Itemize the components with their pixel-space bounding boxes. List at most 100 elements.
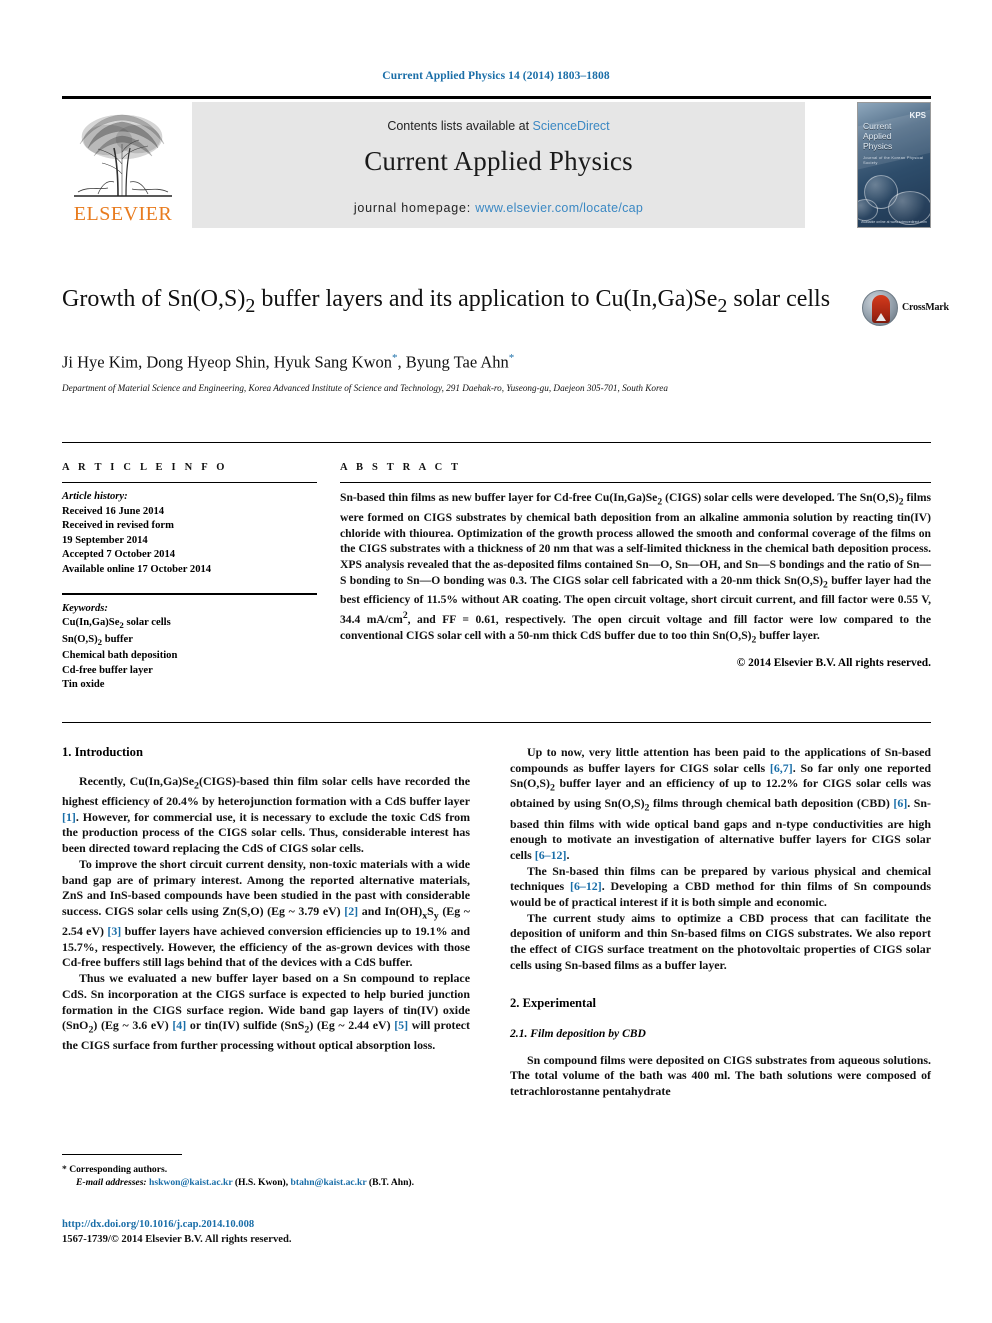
abstract-text: Sn-based thin films as new buffer layer … — [340, 491, 931, 645]
body-paragraph: Sn compound films were deposited on CIGS… — [510, 1052, 931, 1098]
elsevier-tree-icon — [74, 114, 172, 197]
body-paragraph: The current study aims to optimize a CBD… — [510, 910, 931, 972]
cover-kps-badge: KPS — [910, 111, 926, 120]
email-link-2[interactable]: btahn@kaist.ac.kr — [291, 1177, 367, 1188]
cover-subtitle: Journal of the Korean Physical Society — [863, 155, 924, 165]
body-column-left: 1. Introduction Recently, Cu(In,Ga)Se2(C… — [62, 745, 470, 1054]
citation-ref[interactable]: [6,7] — [770, 761, 793, 775]
abstract-copyright: © 2014 Elsevier B.V. All rights reserved… — [736, 657, 931, 670]
article-info-heading: A R T I C L E I N F O — [62, 462, 228, 473]
email-owner-2: (B.T. Ahn). — [368, 1177, 415, 1189]
section-heading-experimental: 2. Experimental — [510, 995, 597, 1010]
history-item: Available online 17 October 2014 — [62, 563, 212, 575]
citation-ref[interactable]: [3] — [107, 924, 121, 938]
homepage-label: journal homepage: — [353, 201, 471, 215]
article-info-column: A R T I C L E I N F O Article history: R… — [62, 462, 317, 693]
p3-part-c: or tin(IV) sulfide (SnS — [186, 1018, 305, 1033]
cover-line-1: Current — [863, 121, 892, 131]
citation-ref[interactable]: [6] — [893, 796, 907, 810]
citation-ref[interactable]: [5] — [394, 1018, 408, 1032]
p2-part-b: and In(OH) — [358, 904, 423, 918]
footnote-block: * Corresponding authors. E-mail addresse… — [62, 1163, 482, 1190]
history-item: Received in revised form — [62, 520, 174, 532]
history-item: 19 September 2014 — [62, 534, 148, 546]
p1-part-c: . However, for commercial use, it is nec… — [62, 809, 470, 856]
title-area: Growth of Sn(O,S)2 buffer layers and its… — [62, 284, 842, 322]
keyword-item: Tin oxide — [62, 679, 105, 691]
r1-part-d: films through chemical bath deposition (… — [649, 796, 894, 811]
body-paragraph: The Sn-based thin films can be prepared … — [510, 864, 931, 911]
body-paragraph: Up to now, very little attention has bee… — [510, 745, 931, 862]
subsection-heading-film-deposition: 2.1. Film deposition by CBD — [510, 1026, 646, 1040]
p3-part-b: ) (Eg ~ 3.6 eV) — [93, 1018, 173, 1033]
email-owner-1: (H.S. Kwon), — [234, 1177, 289, 1189]
crossmark-icon — [862, 290, 898, 326]
author-list: Ji Hye Kim, Dong Hyeop Shin, Hyuk Sang K… — [62, 352, 515, 372]
masthead-top-rule — [62, 96, 931, 99]
citation-ref[interactable]: [1] — [62, 810, 76, 824]
contents-prefix: Contents lists available at — [387, 119, 530, 133]
journal-masthead: ELSEVIER Contents lists available at Sci… — [62, 96, 931, 228]
cover-bubble-3 — [858, 199, 878, 221]
history-item: Accepted 7 October 2014 — [62, 549, 176, 561]
abstract-heading: A B S T R A C T — [340, 462, 462, 473]
cover-line-3: Physics — [863, 141, 893, 151]
crossmark-badge[interactable]: CrossMark — [862, 290, 949, 326]
section-heading-introduction: 1. Introduction — [62, 745, 143, 759]
article-info-rule — [62, 482, 317, 484]
keywords-rule — [62, 593, 317, 595]
crossmark-label: CrossMark — [902, 302, 949, 313]
cover-line-2: Applied — [863, 131, 892, 141]
corresponding-marker-2: * — [508, 352, 515, 364]
body-paragraph: Thus we evaluated a new buffer layer bas… — [62, 971, 470, 1053]
abstract-rule — [340, 482, 931, 484]
cover-title-text: Current Applied Physics — [863, 121, 892, 151]
body-paragraph: To improve the short circuit current den… — [62, 856, 470, 970]
crossmark-notch — [876, 313, 886, 321]
citation-ref[interactable]: [4] — [172, 1018, 186, 1032]
doi-link[interactable]: http://dx.doi.org/10.1016/j.cap.2014.10.… — [62, 1218, 482, 1233]
footnote-rule — [62, 1154, 182, 1155]
cover-badge-text: KPS — [909, 111, 926, 120]
sciencedirect-link[interactable]: ScienceDirect — [533, 119, 610, 133]
journal-homepage-line: journal homepage: www.elsevier.com/locat… — [192, 201, 805, 215]
journal-title: Current Applied Physics — [364, 146, 633, 176]
journal-cover-thumbnail: KPS Current Applied Physics Journal of t… — [857, 102, 931, 228]
keywords-label: Keywords: — [62, 602, 108, 614]
email-link-1[interactable]: hskwon@kaist.ac.kr — [149, 1177, 232, 1188]
email-label: E-mail addresses: — [76, 1177, 147, 1189]
band-rule-bottom — [62, 722, 931, 724]
email-line: E-mail addresses: hskwon@kaist.ac.kr (H.… — [62, 1176, 482, 1189]
journal-article-page: Current Applied Physics 14 (2014) 1803–1… — [0, 0, 992, 1323]
masthead-center-band: Contents lists available at ScienceDirec… — [192, 102, 805, 228]
p3-part-d: ) (Eg ~ 2.44 eV) — [309, 1018, 395, 1033]
citation-ref[interactable]: [6–12] — [535, 848, 567, 862]
page-title: Growth of Sn(O,S)2 buffer layers and its… — [62, 286, 831, 317]
history-item: Received 16 June 2014 — [62, 505, 165, 517]
corresponding-text: Corresponding authors. — [69, 1164, 168, 1175]
asterisk-icon: * — [62, 1164, 67, 1175]
corresponding-authors-note: * Corresponding authors. — [62, 1163, 482, 1176]
abstract-column: A B S T R A C T Sn-based thin films as n… — [340, 462, 931, 669]
contents-available-line: Contents lists available at ScienceDirec… — [192, 119, 805, 133]
elsevier-wordmark: ELSEVIER — [73, 203, 173, 225]
band-rule-top — [62, 442, 931, 444]
body-paragraph: Recently, Cu(In,Ga)Se2(CIGS)-based thin … — [62, 774, 470, 856]
citation-ref[interactable]: [2] — [344, 904, 358, 918]
citation-ref[interactable]: [6–12] — [570, 879, 602, 893]
elsevier-logo: ELSEVIER — [62, 102, 184, 228]
affiliation: Department of Material Science and Engin… — [62, 383, 668, 393]
article-history-label: Article history: — [62, 491, 128, 503]
keyword-item: Chemical bath deposition — [62, 650, 178, 662]
p2-part-d: buffer layers have achieved conversion e… — [62, 924, 470, 970]
keyword-item: Cd-free buffer layer — [62, 664, 153, 676]
running-head: Current Applied Physics 14 (2014) 1803–1… — [382, 70, 610, 82]
corresponding-marker-1: * — [392, 352, 398, 364]
homepage-url[interactable]: www.elsevier.com/locate/cap — [475, 201, 643, 215]
keyword-item: Cu(In,Ga)Se2 solar cells — [62, 617, 171, 631]
keyword-item: Sn(O,S)2 buffer — [62, 633, 133, 647]
doi-block: http://dx.doi.org/10.1016/j.cap.2014.10.… — [62, 1218, 482, 1247]
r1-part-f: . — [566, 847, 570, 862]
p1-part-a: Recently, Cu(In,Ga)Se — [79, 774, 195, 788]
